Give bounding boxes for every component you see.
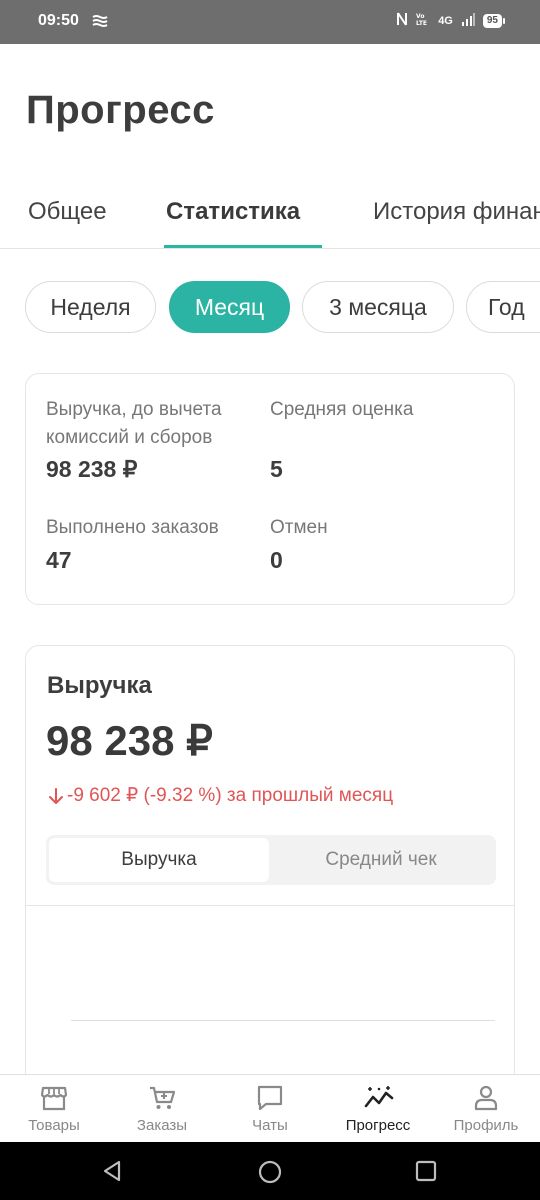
nav-item-orders[interactable]: Заказы bbox=[108, 1075, 216, 1143]
profile-icon bbox=[474, 1085, 498, 1111]
bottom-navigation: Товары Заказы Чаты Прогресс Профиль bbox=[0, 1074, 540, 1142]
chart-baseline bbox=[71, 1020, 495, 1021]
system-navigation-bar bbox=[0, 1142, 540, 1200]
revenue-card-title: Выручка bbox=[47, 672, 152, 699]
arrow-down-icon bbox=[49, 787, 63, 804]
revenue-value: 98 238 ₽ bbox=[46, 456, 138, 482]
rating-value: 5 bbox=[270, 456, 283, 482]
revenue-metric-toggle: Выручка Средний чек bbox=[46, 835, 496, 885]
nav-item-chats[interactable]: Чаты bbox=[216, 1075, 324, 1143]
revenue-change-text: -9 602 ₽ (-9.32 %) за прошлый месяц bbox=[67, 785, 394, 806]
tab-bar: Общее Статистика История финансов bbox=[0, 190, 540, 249]
nav-label-profile: Профиль bbox=[453, 1117, 519, 1134]
notification-icon bbox=[92, 13, 108, 32]
nav-item-progress[interactable]: Прогресс bbox=[324, 1075, 432, 1143]
nav-label-products: Товары bbox=[28, 1117, 80, 1134]
tab-finance-history[interactable]: История финансов bbox=[373, 198, 540, 226]
nav-item-profile[interactable]: Профиль bbox=[432, 1075, 540, 1143]
signal-icon bbox=[461, 12, 475, 29]
revenue-card: Выручка 98 238 ₽ -9 602 ₽ (-9.32 %) за п… bbox=[25, 645, 515, 1125]
status-bar: 09:50 Vo LTE 4G 95 bbox=[0, 0, 540, 44]
battery-icon: 95 bbox=[482, 13, 506, 28]
period-chip-3-months[interactable]: 3 месяца bbox=[302, 281, 454, 333]
nfc-icon bbox=[396, 12, 408, 29]
active-tab-indicator bbox=[164, 245, 322, 248]
revenue-change: -9 602 ₽ (-9.32 %) за прошлый месяц bbox=[48, 784, 393, 807]
summary-card: Выручка, до вычета комиссий и сборов 98 … bbox=[25, 373, 515, 605]
nav-item-products[interactable]: Товары bbox=[0, 1075, 108, 1143]
divider bbox=[26, 905, 514, 906]
network-type: 4G bbox=[438, 14, 453, 27]
period-chip-month[interactable]: Месяц bbox=[169, 281, 290, 333]
orders-completed-value: 47 bbox=[46, 547, 72, 573]
period-selector: Неделя Месяц 3 месяца Год bbox=[0, 281, 540, 335]
progress-chart-icon bbox=[364, 1086, 394, 1108]
nav-label-orders: Заказы bbox=[136, 1117, 188, 1134]
svg-text:Vo: Vo bbox=[416, 13, 424, 20]
home-icon[interactable] bbox=[257, 1159, 283, 1189]
store-icon bbox=[40, 1086, 68, 1111]
segment-revenue[interactable]: Выручка bbox=[49, 838, 269, 882]
back-icon[interactable] bbox=[100, 1159, 124, 1187]
chat-icon bbox=[257, 1085, 283, 1111]
status-time: 09:50 bbox=[38, 12, 79, 29]
period-chip-year[interactable]: Год bbox=[466, 281, 540, 333]
cancellations-value: 0 bbox=[270, 547, 283, 573]
segment-average-check[interactable]: Средний чек bbox=[271, 838, 491, 882]
orders-completed-label: Выполнено заказов bbox=[46, 517, 219, 538]
rating-label: Средняя оценка bbox=[270, 399, 414, 420]
page-title: Прогресс bbox=[26, 88, 215, 132]
status-icons: Vo LTE 4G 95 bbox=[396, 12, 506, 29]
cancellations-label: Отмен bbox=[270, 517, 328, 538]
recents-icon[interactable] bbox=[414, 1159, 438, 1187]
period-chip-week[interactable]: Неделя bbox=[25, 281, 156, 333]
tab-statistics[interactable]: Статистика bbox=[166, 198, 300, 226]
nav-label-chats: Чаты bbox=[252, 1117, 288, 1134]
nav-label-progress: Прогресс bbox=[345, 1117, 411, 1134]
tab-general[interactable]: Общее bbox=[28, 198, 107, 226]
svg-text:LTE: LTE bbox=[416, 20, 427, 26]
revenue-label: Выручка, до вычета комиссий и сборов bbox=[46, 399, 222, 448]
revenue-amount: 98 238 ₽ bbox=[46, 717, 213, 764]
cart-icon bbox=[150, 1086, 176, 1109]
volte-icon: Vo LTE bbox=[416, 12, 430, 29]
